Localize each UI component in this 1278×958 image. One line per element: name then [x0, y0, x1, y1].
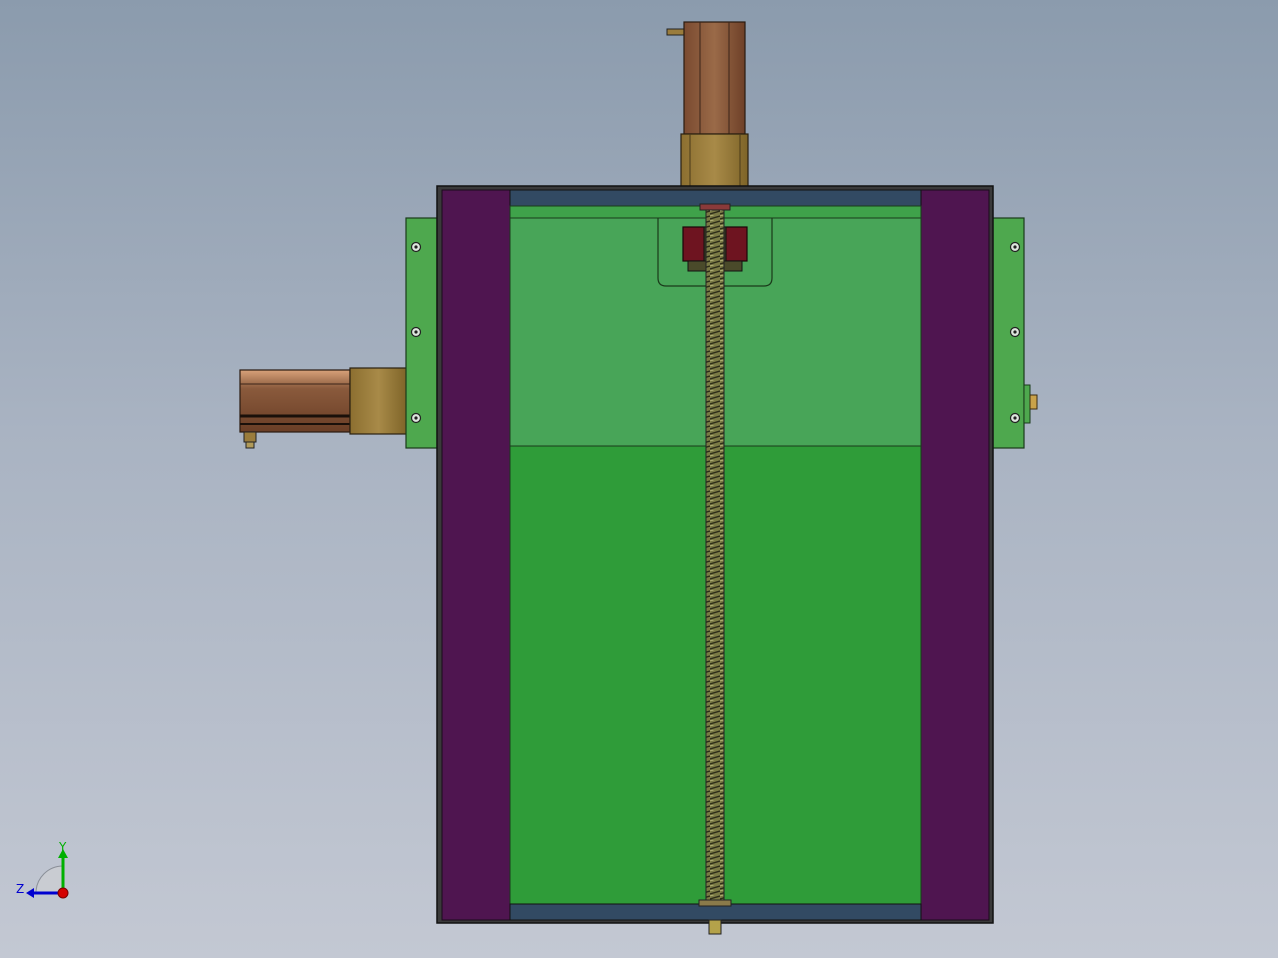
- bolt-icon: [1009, 326, 1021, 338]
- bolt-icon: [410, 241, 422, 253]
- left-motor[interactable]: [239, 367, 408, 449]
- bolt-icon: [410, 326, 422, 338]
- top-motor-adapter: [680, 133, 749, 189]
- right-side-rail: [920, 189, 990, 921]
- left-motor-connector: [243, 431, 257, 443]
- top-motor-connector: [666, 28, 686, 36]
- left-motor-body: [239, 369, 351, 433]
- top-motor[interactable]: [666, 21, 749, 189]
- cad-viewport[interactable]: [0, 0, 1278, 958]
- bolt-icon: [1009, 241, 1021, 253]
- right-bracket[interactable]: [989, 217, 1038, 449]
- left-side-rail: [441, 189, 511, 921]
- left-bracket[interactable]: [405, 217, 441, 449]
- right-fitting: [1029, 394, 1038, 410]
- bolt-icon: [1009, 412, 1021, 424]
- top-motor-body: [683, 21, 746, 135]
- screw-end: [708, 919, 722, 935]
- bolt-icon: [410, 412, 422, 424]
- left-motor-adapter: [349, 367, 408, 435]
